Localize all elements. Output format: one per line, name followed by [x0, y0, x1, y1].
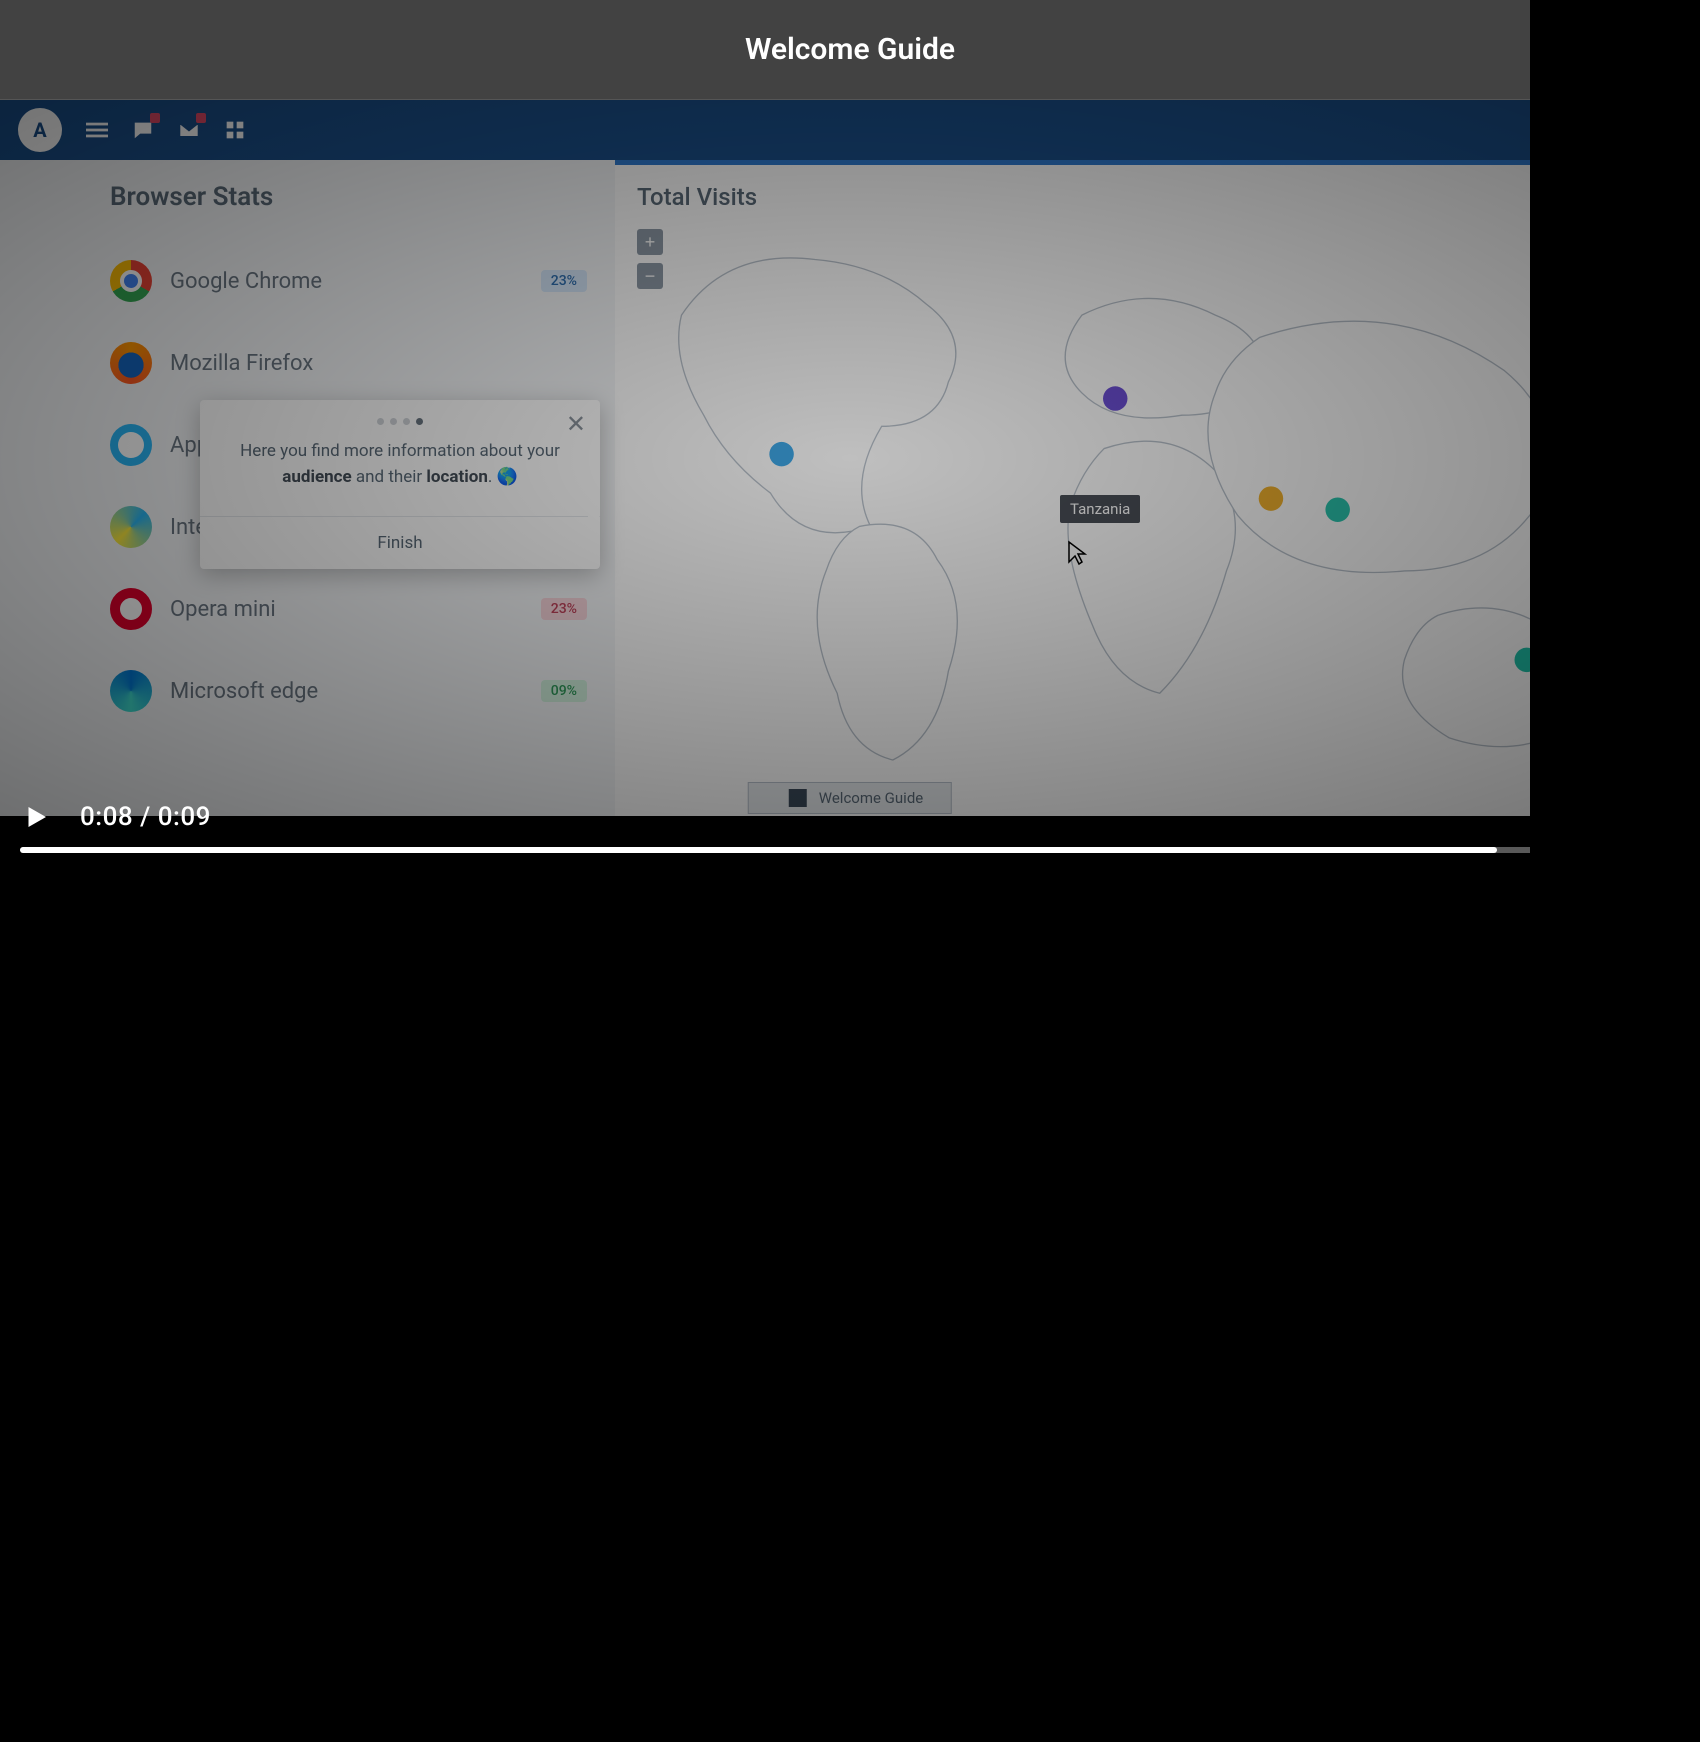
- video-duration: 0:09: [158, 802, 211, 832]
- browser-percent: 09%: [541, 680, 587, 702]
- tour-text: . 🌎: [488, 467, 518, 487]
- play-icon[interactable]: [20, 801, 52, 833]
- dashboard-topbar: A: [0, 100, 1700, 160]
- tour-step-dots: [377, 418, 423, 425]
- browser-percent: 23%: [541, 270, 587, 292]
- tour-close-icon[interactable]: ✕: [566, 412, 586, 436]
- browser-stats-title: Browser Stats: [110, 182, 587, 212]
- mail-badge: [196, 113, 206, 123]
- tour-text: and their: [352, 467, 427, 487]
- browser-stats-panel: Browser Stats Google Chrome 23% Mozilla …: [0, 160, 615, 816]
- menu-icon[interactable]: [86, 119, 108, 141]
- dashboard: A Browse: [0, 100, 1700, 816]
- firefox-icon: [110, 342, 152, 384]
- tour-bold: location: [426, 467, 487, 487]
- tour-finish-button[interactable]: Finish: [200, 516, 600, 569]
- edge-icon: [110, 670, 152, 712]
- safari-icon: [110, 424, 152, 466]
- browser-percent: 23%: [541, 598, 587, 620]
- map-tooltip: Tanzania: [1060, 495, 1140, 523]
- browser-name: Google Chrome: [170, 269, 523, 294]
- browser-row-opera: Opera mini 23%: [110, 568, 587, 650]
- tour-popover: ✕ Here you find more information about y…: [200, 400, 600, 569]
- browser-row-firefox: Mozilla Firefox: [110, 322, 587, 404]
- video-modal-title: Welcome Guide: [745, 32, 955, 67]
- ie-icon: [110, 506, 152, 548]
- app-logo-letter: A: [33, 118, 46, 142]
- apps-icon[interactable]: [224, 119, 246, 141]
- browser-row-chrome: Google Chrome 23%: [110, 240, 587, 322]
- chrome-icon: [110, 260, 152, 302]
- right-edge-mask: [1530, 0, 1700, 871]
- browser-name: Opera mini: [170, 597, 523, 622]
- chat-icon[interactable]: [132, 119, 154, 141]
- map-marker-india[interactable]: [1325, 497, 1349, 521]
- browser-name: Mozilla Firefox: [170, 351, 587, 376]
- browser-name: Microsoft edge: [170, 679, 523, 704]
- video-frame: A Browse: [0, 100, 1700, 816]
- video-progress-track[interactable]: [20, 847, 1680, 853]
- map-marker-usa-west[interactable]: [769, 442, 793, 466]
- tour-bold: audience: [282, 467, 351, 487]
- tour-body-text: Here you find more information about you…: [200, 433, 600, 516]
- app-logo[interactable]: A: [18, 108, 62, 152]
- video-progress-fill: [20, 847, 1497, 853]
- tour-text: Here you find more information about you…: [240, 441, 560, 461]
- mail-icon[interactable]: [178, 119, 200, 141]
- map-marker-gulf[interactable]: [1259, 486, 1283, 510]
- chat-badge: [150, 113, 160, 123]
- cursor-icon: [1067, 540, 1087, 572]
- browser-row-edge: Microsoft edge 09%: [110, 650, 587, 732]
- video-modal-topbar: Welcome Guide: [0, 0, 1700, 100]
- opera-icon: [110, 588, 152, 630]
- video-current-time: 0:08: [80, 802, 133, 832]
- video-time: 0:08 / 0:09: [80, 802, 211, 832]
- map-marker-uk[interactable]: [1103, 386, 1127, 410]
